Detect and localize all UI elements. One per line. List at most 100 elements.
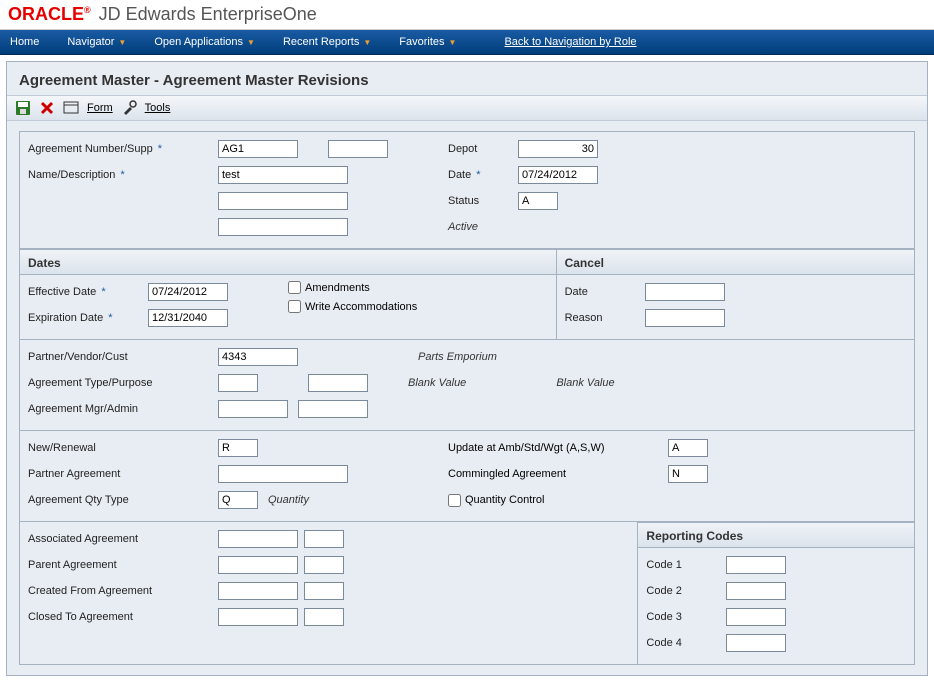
save-icon[interactable] <box>15 100 31 116</box>
chevron-down-icon: ▼ <box>363 38 371 47</box>
status-description: Active <box>448 221 478 233</box>
commingled-label: Commingled Agreement <box>448 468 628 480</box>
associated-agreement-input-2[interactable] <box>304 530 344 548</box>
quantity-control-label: Quantity Control <box>465 494 544 506</box>
renewal-section: New/Renewal Partner Agreement Agreement … <box>19 431 915 522</box>
partner-agreement-input[interactable] <box>218 465 348 483</box>
associated-section: Associated Agreement Parent Agreement Cr… <box>19 522 637 665</box>
agreement-type-input[interactable] <box>218 374 258 392</box>
cancel-header: Cancel <box>557 249 915 275</box>
app-title: JD Edwards EnterpriseOne <box>99 4 317 25</box>
code2-input[interactable] <box>726 582 786 600</box>
form-icon[interactable] <box>63 100 79 116</box>
parent-agreement-label: Parent Agreement <box>28 559 218 571</box>
main-nav: Home Navigator▼ Open Applications▼ Recen… <box>0 30 934 55</box>
agreement-supp-input[interactable] <box>328 140 388 158</box>
created-from-input-1[interactable] <box>218 582 298 600</box>
top-section: Agreement Number/Supp * Name/Description… <box>19 131 915 249</box>
page-title: Agreement Master - Agreement Master Revi… <box>7 62 927 95</box>
name-description-input[interactable] <box>218 166 348 184</box>
oracle-logo: ORACLE® <box>8 4 91 25</box>
nav-navigator[interactable]: Navigator▼ <box>67 36 126 48</box>
app-header: ORACLE® JD Edwards EnterpriseOne <box>0 0 934 30</box>
parent-agreement-input-2[interactable] <box>304 556 344 574</box>
code1-label: Code 1 <box>646 559 726 571</box>
agreement-purpose-input[interactable] <box>308 374 368 392</box>
commingled-input[interactable] <box>668 465 708 483</box>
agreement-type-label: Agreement Type/Purpose <box>28 377 218 389</box>
write-accommodations-checkbox[interactable] <box>288 300 301 313</box>
partner-agreement-label: Partner Agreement <box>28 468 218 480</box>
agreement-mgr-input[interactable] <box>218 400 288 418</box>
nav-open-applications[interactable]: Open Applications▼ <box>154 36 255 48</box>
code3-label: Code 3 <box>646 611 726 623</box>
agreement-number-input[interactable] <box>218 140 298 158</box>
page-body: Agreement Master - Agreement Master Revi… <box>6 61 928 676</box>
parent-agreement-input-1[interactable] <box>218 556 298 574</box>
code4-label: Code 4 <box>646 637 726 649</box>
closed-to-label: Closed To Agreement <box>28 611 218 623</box>
nav-home[interactable]: Home <box>10 36 39 48</box>
depot-label: Depot <box>448 143 518 155</box>
chevron-down-icon: ▼ <box>247 38 255 47</box>
close-icon[interactable] <box>39 100 55 116</box>
created-from-input-2[interactable] <box>304 582 344 600</box>
closed-to-input-1[interactable] <box>218 608 298 626</box>
status-label: Status <box>448 195 518 207</box>
agreement-admin-input[interactable] <box>298 400 368 418</box>
agreement-number-label: Agreement Number/Supp * <box>28 143 218 155</box>
name-description-label: Name/Description * <box>28 169 218 181</box>
dates-header: Dates <box>19 249 557 275</box>
status-input[interactable] <box>518 192 558 210</box>
type-desc-1: Blank Value <box>408 377 466 389</box>
effective-date-label: Effective Date * <box>28 286 148 298</box>
tools-menu[interactable]: Tools <box>145 102 171 114</box>
cancel-reason-input[interactable] <box>645 309 725 327</box>
code3-input[interactable] <box>726 608 786 626</box>
partner-section: Partner/Vendor/Cust Parts Emporium Agree… <box>19 340 915 431</box>
agreement-mgr-label: Agreement Mgr/Admin <box>28 403 218 415</box>
name-description-input-2[interactable] <box>218 192 348 210</box>
update-at-input[interactable] <box>668 439 708 457</box>
write-accommodations-label: Write Accommodations <box>305 301 417 313</box>
created-from-label: Created From Agreement <box>28 585 218 597</box>
code4-input[interactable] <box>726 634 786 652</box>
toolbar: Form Tools <box>7 95 927 121</box>
agreement-qty-type-input[interactable] <box>218 491 258 509</box>
amendments-label: Amendments <box>305 282 370 294</box>
new-renewal-label: New/Renewal <box>28 442 218 454</box>
qty-type-desc: Quantity <box>268 494 309 506</box>
cancel-reason-label: Reason <box>565 312 645 324</box>
type-desc-2: Blank Value <box>556 377 614 389</box>
chevron-down-icon: ▼ <box>118 38 126 47</box>
date-label: Date * <box>448 169 518 181</box>
expiration-date-label: Expiration Date * <box>28 312 148 324</box>
nav-recent-reports[interactable]: Recent Reports▼ <box>283 36 371 48</box>
code2-label: Code 2 <box>646 585 726 597</box>
tools-icon[interactable] <box>121 100 137 116</box>
update-at-label: Update at Amb/Std/Wgt (A,S,W) <box>448 442 628 454</box>
reporting-codes-header: Reporting Codes <box>637 522 915 548</box>
new-renewal-input[interactable] <box>218 439 258 457</box>
closed-to-input-2[interactable] <box>304 608 344 626</box>
form-menu[interactable]: Form <box>87 102 113 114</box>
quantity-control-checkbox[interactable] <box>448 494 461 507</box>
partner-name-display: Parts Emporium <box>418 351 497 363</box>
effective-date-input[interactable] <box>148 283 228 301</box>
associated-agreement-input-1[interactable] <box>218 530 298 548</box>
agreement-qty-type-label: Agreement Qty Type <box>28 494 218 506</box>
associated-agreement-label: Associated Agreement <box>28 533 218 545</box>
code1-input[interactable] <box>726 556 786 574</box>
date-input[interactable] <box>518 166 598 184</box>
amendments-checkbox[interactable] <box>288 281 301 294</box>
back-to-navigation-link[interactable]: Back to Navigation by Role <box>504 36 636 48</box>
cancel-date-input[interactable] <box>645 283 725 301</box>
partner-vendor-input[interactable] <box>218 348 298 366</box>
partner-vendor-label: Partner/Vendor/Cust <box>28 351 218 363</box>
depot-input[interactable] <box>518 140 598 158</box>
cancel-date-label: Date <box>565 286 645 298</box>
expiration-date-input[interactable] <box>148 309 228 327</box>
chevron-down-icon: ▼ <box>449 38 457 47</box>
name-description-input-3[interactable] <box>218 218 348 236</box>
nav-favorites[interactable]: Favorites▼ <box>399 36 456 48</box>
